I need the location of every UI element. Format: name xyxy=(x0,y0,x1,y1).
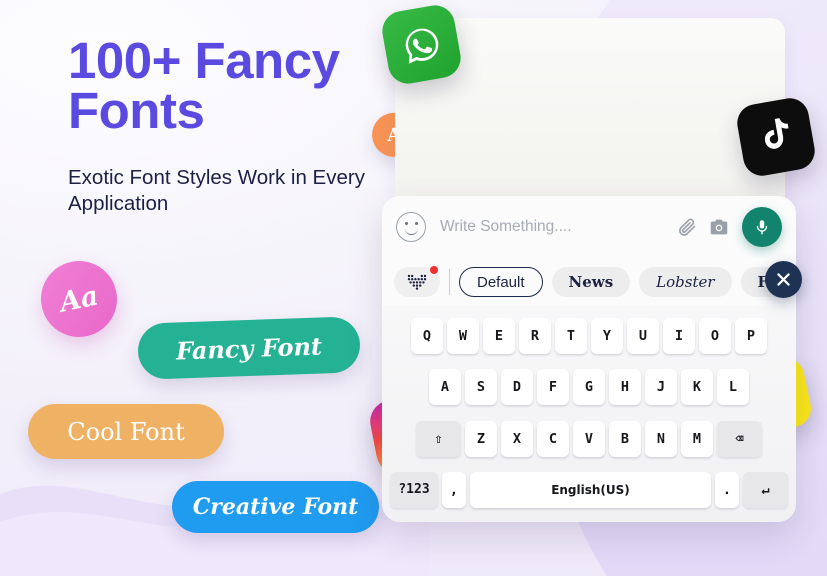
key-w[interactable]: W xyxy=(447,318,479,354)
close-button[interactable] xyxy=(765,261,802,298)
key-c[interactable]: C xyxy=(537,420,569,457)
key-p[interactable]: P xyxy=(735,318,767,354)
font-pill-label: Fancy Font xyxy=(175,330,323,366)
whatsapp-glyph xyxy=(405,28,438,64)
key-g[interactable]: G xyxy=(573,369,605,406)
key-backspace[interactable]: ⌫ xyxy=(717,420,762,457)
page-subtitle: Exotic Font Styles Work in Every Applica… xyxy=(68,166,365,216)
key-q[interactable]: Q xyxy=(411,318,443,354)
key-period[interactable]: . xyxy=(715,471,739,508)
tab-lobster[interactable]: Lobster xyxy=(639,267,732,297)
key-r[interactable]: R xyxy=(519,318,551,354)
key-l[interactable]: L xyxy=(717,369,749,406)
keyboard-row-1: Q W E R T Y U I O P xyxy=(390,318,788,354)
key-e[interactable]: E xyxy=(483,318,515,354)
message-input[interactable]: Write Something.... xyxy=(440,218,666,236)
key-enter[interactable]: ↵ xyxy=(743,471,788,508)
key-s[interactable]: S xyxy=(465,369,497,406)
key-n[interactable]: N xyxy=(645,420,677,457)
keyboard-row-2: A S D F G H J K L xyxy=(390,369,788,406)
key-b[interactable]: B xyxy=(609,420,641,457)
notification-dot xyxy=(430,266,438,274)
aa-font-badge[interactable]: Aa xyxy=(33,253,125,345)
key-u[interactable]: U xyxy=(627,318,659,354)
key-z[interactable]: Z xyxy=(465,420,497,457)
tabs-divider xyxy=(449,269,450,295)
tab-news[interactable]: News xyxy=(551,267,631,297)
key-t[interactable]: T xyxy=(555,318,587,354)
font-pill-label: Cool Font xyxy=(67,417,185,446)
font-pill-creative-font[interactable]: Creative Font xyxy=(172,481,379,533)
tiktok-icon[interactable] xyxy=(734,95,818,179)
key-shift[interactable]: ⇧ xyxy=(416,420,461,457)
key-space[interactable]: English(US) xyxy=(470,471,711,508)
key-h[interactable]: H xyxy=(609,369,641,406)
keyboard-row-3: ⇧ Z X C V B N M ⌫ xyxy=(390,420,788,457)
keyboard-keys: Q W E R T Y U I O P A S D F G H J K L ⇧ … xyxy=(382,308,796,522)
key-d[interactable]: D xyxy=(501,369,533,406)
key-f[interactable]: F xyxy=(537,369,569,406)
message-input-row: Write Something.... xyxy=(382,196,796,258)
keyboard-panel: Write Something.... Default News Lobster… xyxy=(382,196,796,522)
aa-badge-label: Aa xyxy=(56,279,102,319)
key-a[interactable]: A xyxy=(429,369,461,406)
key-k[interactable]: K xyxy=(681,369,713,406)
font-pill-label: Creative Font xyxy=(192,494,359,520)
microphone-button[interactable] xyxy=(742,207,782,247)
key-y[interactable]: Y xyxy=(591,318,623,354)
key-o[interactable]: O xyxy=(699,318,731,354)
key-comma[interactable]: , xyxy=(442,471,466,508)
tiktok-glyph xyxy=(764,118,789,149)
whatsapp-icon[interactable] xyxy=(379,2,464,87)
key-numeric[interactable]: ?123 xyxy=(390,471,438,508)
camera-icon[interactable] xyxy=(708,216,730,238)
dot-heart-glyph xyxy=(407,274,427,290)
page-title: 100+ Fancy Fonts xyxy=(68,32,340,139)
key-v[interactable]: V xyxy=(573,420,605,457)
smiley-icon[interactable] xyxy=(396,212,426,242)
dot-heart-icon[interactable] xyxy=(394,266,440,297)
paperclip-icon[interactable] xyxy=(676,216,698,238)
key-i[interactable]: I xyxy=(663,318,695,354)
font-tabs-row: Default News Lobster Fo xyxy=(382,258,796,306)
key-m[interactable]: M xyxy=(681,420,713,457)
tab-default[interactable]: Default xyxy=(459,267,543,297)
keyboard-row-4: ?123 , English(US) . ↵ xyxy=(390,471,788,508)
key-j[interactable]: J xyxy=(645,369,677,406)
close-icon xyxy=(777,273,790,286)
font-pill-fancy-font[interactable]: Fancy Font xyxy=(137,316,361,380)
microphone-icon xyxy=(756,220,768,235)
promo-canvas: 100+ Fancy Fonts Exotic Font Styles Work… xyxy=(0,0,827,576)
key-x[interactable]: X xyxy=(501,420,533,457)
font-pill-cool-font[interactable]: Cool Font xyxy=(28,404,224,459)
